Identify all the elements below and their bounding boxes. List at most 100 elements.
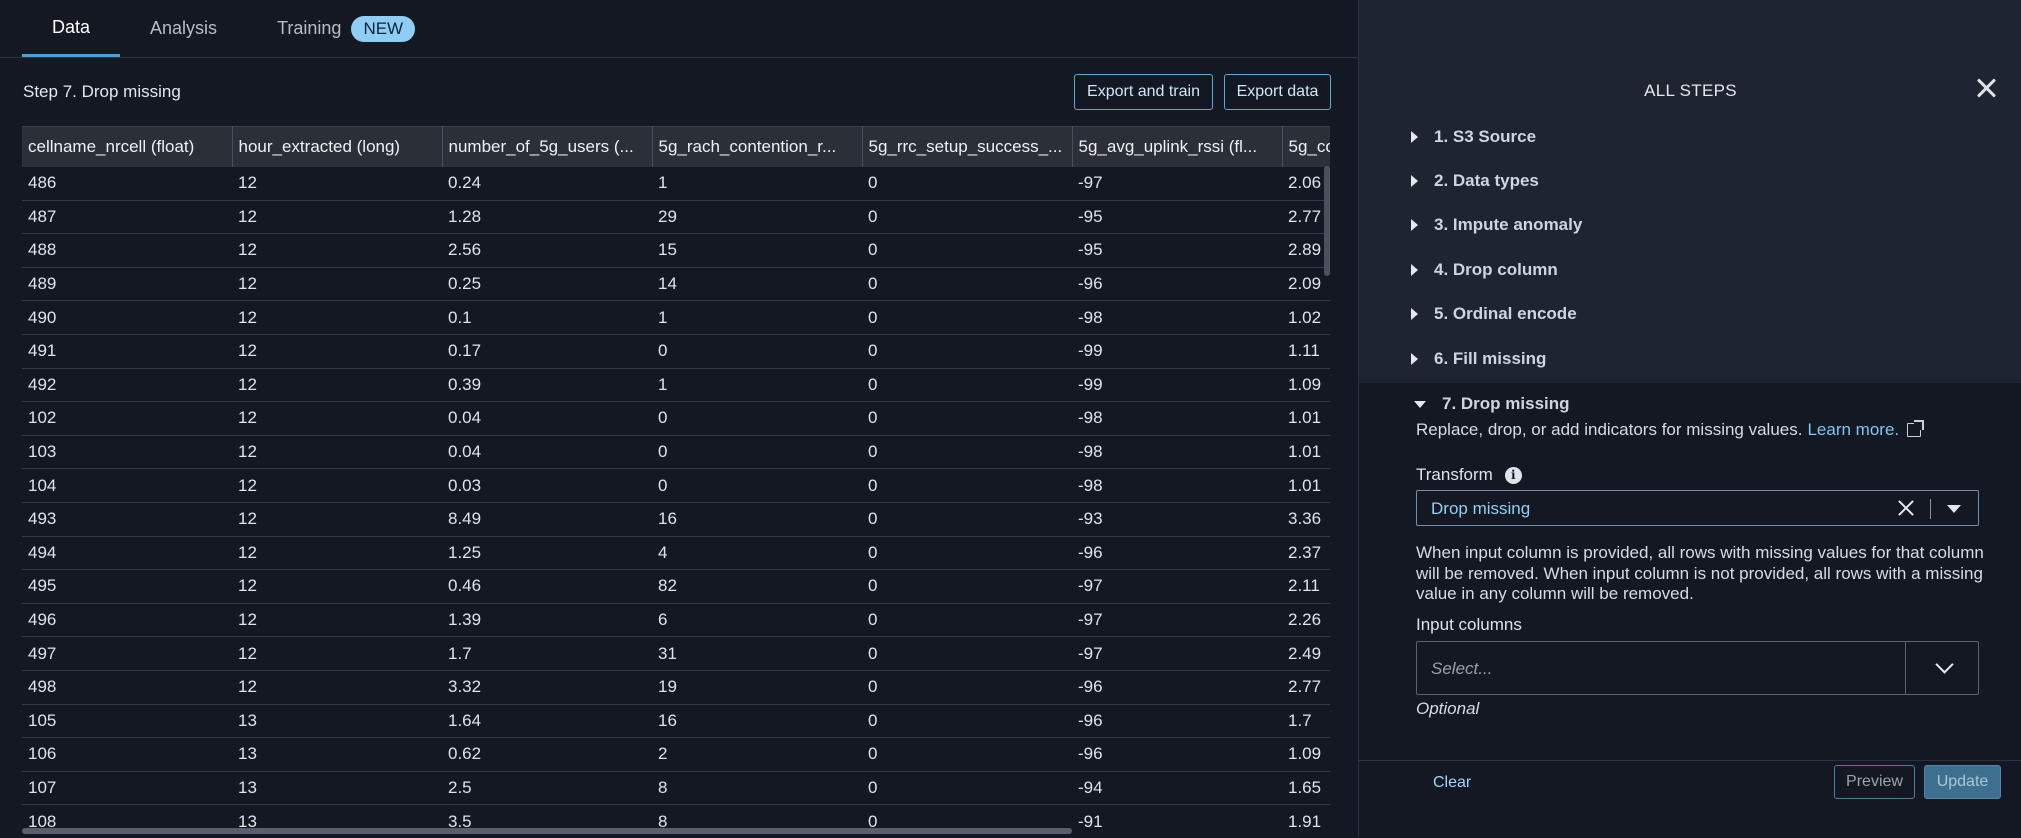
- clear-button[interactable]: Clear: [1427, 773, 1477, 793]
- table-cell: 0.04: [442, 435, 652, 470]
- table-cell: 0: [862, 167, 1072, 201]
- external-link-icon[interactable]: [1907, 420, 1925, 437]
- transform-label-row: Transform i: [1416, 465, 1522, 485]
- table-cell: 1.25: [442, 536, 652, 571]
- table-row: 105 13 1.64 16 0 -96 1.7: [22, 704, 1330, 739]
- table-cell: 0.24: [442, 167, 652, 201]
- step-item-ordinal-encode[interactable]: 5. Ordinal encode: [1411, 299, 1577, 329]
- table-cell: -99: [1072, 368, 1282, 403]
- table-cell: 1.65: [1282, 771, 1330, 806]
- step-label: 1. S3 Source: [1434, 127, 1537, 146]
- table-cell: 0: [862, 569, 1072, 604]
- input-columns-select[interactable]: Select...: [1416, 641, 1979, 695]
- tab-analysis[interactable]: Analysis: [120, 0, 247, 57]
- top-tabs: Data Analysis Training NEW: [22, 0, 445, 57]
- close-icon[interactable]: [1973, 74, 2001, 102]
- table-cell: 1.7: [442, 636, 652, 671]
- table-cell: 0.17: [442, 334, 652, 369]
- table-cell: 106: [22, 737, 232, 772]
- step-item-data-types[interactable]: 2. Data types: [1411, 166, 1539, 196]
- table-cell: 29: [652, 200, 862, 235]
- table-cell: 0.1: [442, 300, 652, 335]
- column-header[interactable]: hour_extracted (long): [232, 126, 443, 167]
- caret-down-icon[interactable]: [1947, 505, 1961, 513]
- table-cell: 12: [232, 401, 442, 436]
- table-cell: 0: [652, 401, 862, 436]
- caret-right-icon: [1411, 175, 1418, 187]
- table-cell: 6: [652, 603, 862, 638]
- step-item-drop-missing[interactable]: 7. Drop missing: [1414, 389, 1570, 419]
- table-cell: -93: [1072, 502, 1282, 537]
- learn-more-link[interactable]: Learn more.: [1807, 420, 1899, 440]
- table-cell: 107: [22, 771, 232, 806]
- table-cell: 1.01: [1282, 435, 1330, 470]
- panel-header: [1359, 0, 2021, 124]
- step-item-fill-missing[interactable]: 6. Fill missing: [1411, 344, 1546, 374]
- table-cell: 13: [232, 704, 442, 739]
- table-cell: 0: [862, 300, 1072, 335]
- table-cell: 0: [862, 502, 1072, 537]
- table-row: 496 12 1.39 6 0 -97 2.26: [22, 603, 1330, 638]
- chevron-down-icon[interactable]: [1935, 655, 1954, 674]
- table-cell: 12: [232, 435, 442, 470]
- column-header[interactable]: 5g_rach_contention_r...: [652, 126, 863, 167]
- vertical-scrollbar[interactable]: [1324, 166, 1330, 276]
- table-body: 486 12 0.24 1 0 -97 2.06 487 12 1.28 29 0 -95 2.77 488…: [22, 167, 1330, 837]
- table-cell: 2.26: [1282, 603, 1330, 638]
- table-cell: 12: [232, 300, 442, 335]
- preview-button[interactable]: Preview: [1834, 765, 1915, 799]
- horizontal-scrollbar[interactable]: [22, 828, 1072, 834]
- table-cell: 0: [862, 334, 1072, 369]
- steps-panel: ALL STEPS 1. S3 Source 2. Data types 3. …: [1358, 0, 2021, 837]
- table-cell: 1: [652, 300, 862, 335]
- caret-right-icon: [1411, 219, 1418, 231]
- step-label: 3. Impute anomaly: [1434, 215, 1583, 234]
- table-cell: 2.5: [442, 771, 652, 806]
- table-cell: 0: [862, 468, 1072, 503]
- table-cell: -98: [1072, 468, 1282, 503]
- table-row: 102 12 0.04 0 0 -98 1.01: [22, 401, 1330, 436]
- column-header[interactable]: 5g_rrc_setup_success_...: [862, 126, 1073, 167]
- export-data-button[interactable]: Export data: [1224, 74, 1331, 110]
- caret-right-icon: [1411, 353, 1418, 365]
- column-header[interactable]: cellname_nrcell (float): [22, 126, 233, 167]
- step-item-s3-source[interactable]: 1. S3 Source: [1411, 122, 1536, 152]
- data-table: cellname_nrcell (float) hour_extracted (l…: [22, 126, 1330, 837]
- table-cell: 490: [22, 300, 232, 335]
- table-cell: 486: [22, 167, 232, 201]
- update-button[interactable]: Update: [1924, 765, 2001, 799]
- export-and-train-button[interactable]: Export and train: [1074, 74, 1213, 110]
- input-columns-placeholder: Select...: [1431, 659, 1493, 678]
- table-cell: 0: [862, 435, 1072, 470]
- table-row: 492 12 0.39 1 0 -99 1.09: [22, 368, 1330, 403]
- column-header[interactable]: 5g_co: [1282, 126, 1330, 167]
- column-header[interactable]: 5g_avg_uplink_rssi (fl...: [1072, 126, 1283, 167]
- table-cell: 493: [22, 502, 232, 537]
- table-cell: 0.39: [442, 368, 652, 403]
- column-header[interactable]: number_of_5g_users (...: [442, 126, 653, 167]
- select-divider: [1930, 499, 1931, 519]
- table-cell: -95: [1072, 200, 1282, 235]
- table-cell: -97: [1072, 636, 1282, 671]
- table-cell: 1.91: [1282, 804, 1330, 837]
- table-cell: 12: [232, 603, 442, 638]
- tab-training[interactable]: Training NEW: [247, 0, 445, 57]
- table-row: 486 12 0.24 1 0 -97 2.06: [22, 167, 1330, 201]
- table-cell: 0: [862, 536, 1072, 571]
- step-item-impute-anomaly[interactable]: 3. Impute anomaly: [1411, 210, 1582, 240]
- caret-right-icon: [1411, 264, 1418, 276]
- info-icon[interactable]: i: [1504, 466, 1522, 484]
- transform-select[interactable]: Drop missing: [1416, 490, 1979, 526]
- table-row: 495 12 0.46 82 0 -97 2.11: [22, 569, 1330, 604]
- step-item-drop-column[interactable]: 4. Drop column: [1411, 255, 1558, 285]
- table-cell: 0: [862, 401, 1072, 436]
- table-cell: 2.77: [1282, 670, 1330, 705]
- tab-data[interactable]: Data: [22, 0, 121, 57]
- table-row: 490 12 0.1 1 0 -98 1.02: [22, 300, 1330, 335]
- table-cell: 8: [652, 771, 862, 806]
- table-cell: 0: [652, 468, 862, 503]
- clear-icon[interactable]: [1895, 497, 1917, 519]
- table-cell: 1.01: [1282, 468, 1330, 503]
- table-cell: 12: [232, 502, 442, 537]
- table-cell: 2.77: [1282, 200, 1330, 235]
